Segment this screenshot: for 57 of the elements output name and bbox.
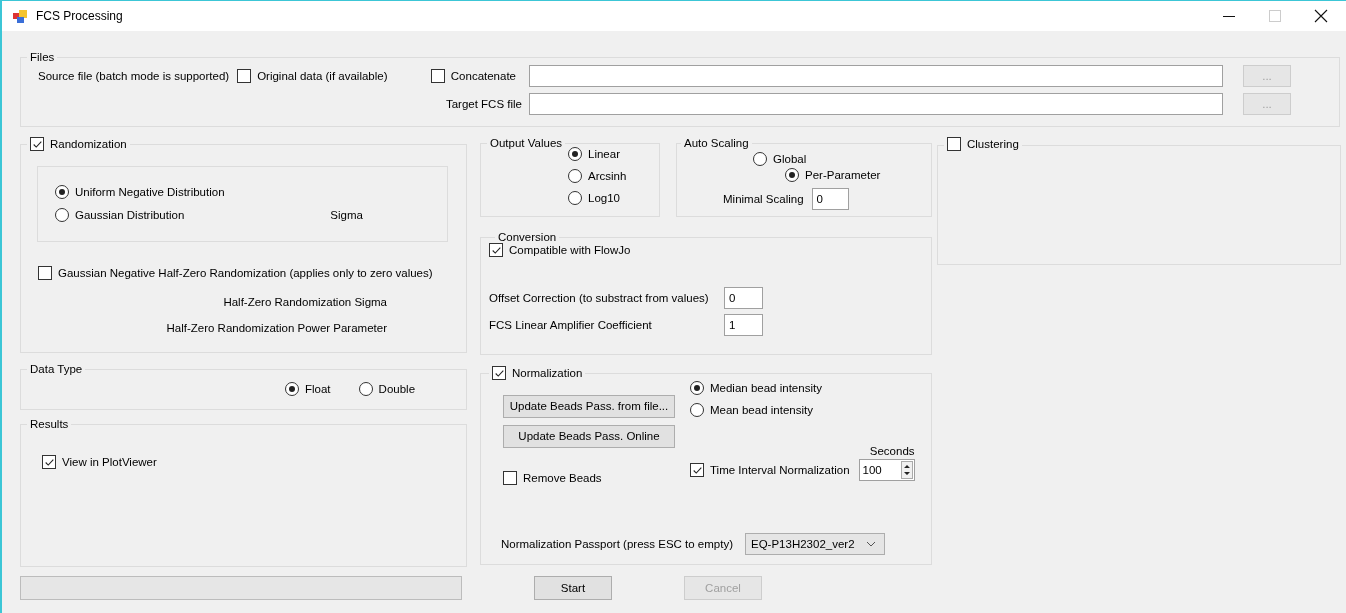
minimal-scaling-field[interactable]: 0: [811, 188, 849, 210]
intensity-radio[interactable]: Mean bead intensity: [690, 402, 813, 417]
update-beads-button[interactable]: Update Beads Pass. from file...: [503, 394, 675, 418]
field-label: Offset Correction (to substract from values): [489, 291, 709, 304]
check-icon: [493, 367, 505, 379]
clustering-checkbox[interactable]: Clustering: [947, 137, 1019, 151]
check-icon: [490, 244, 502, 256]
check-icon: [691, 464, 703, 476]
remove-beads-checkbox[interactable]: Remove Beads: [503, 470, 602, 485]
seconds-spinner[interactable]: 100: [858, 458, 915, 481]
field-label: Normalization Passport (press ESC to empty): [501, 537, 733, 550]
window-title: FCS Processing: [36, 9, 123, 23]
field-label: FCS Linear Amplifier Coefficient: [489, 318, 652, 331]
randomization-checkbox[interactable]: Randomization: [30, 137, 127, 151]
group-title: Data Type: [29, 363, 84, 375]
group-title: Results: [29, 418, 70, 430]
distribution-radio[interactable]: Uniform Negative Distribution: [55, 185, 225, 199]
field-label: Source file (batch mode is supported): [38, 70, 230, 82]
group-title: Output Values: [489, 137, 564, 149]
field-label: Target FCS file: [445, 98, 522, 110]
output-value-radio[interactable]: Arcsinh: [568, 169, 627, 183]
time-interval-checkbox[interactable]: Time Interval Normalization: [690, 463, 850, 477]
data-type-radio[interactable]: Double: [358, 382, 416, 396]
chevron-down-icon: [866, 540, 876, 547]
passport-dropdown[interactable]: EQ-P13H2302_ver2: [745, 532, 885, 555]
data-type-radio[interactable]: Float: [285, 382, 331, 396]
normalization-checkbox[interactable]: Normalization: [492, 366, 583, 380]
source-file-field[interactable]: [529, 65, 1223, 87]
action-button[interactable]: Start: [534, 576, 612, 600]
group-title: Auto Scaling: [683, 137, 750, 149]
intensity-radio[interactable]: Median bead intensity: [690, 380, 822, 395]
close-icon[interactable]: [1314, 9, 1328, 23]
concatenate-checkbox[interactable]: Concatenate: [430, 69, 516, 83]
field-label: Half-Zero Randomization Power Parameter: [166, 321, 387, 334]
output-value-radio[interactable]: Log10: [568, 191, 620, 205]
field-label: Seconds: [869, 444, 915, 457]
original-data-checkbox[interactable]: Original data (if available): [237, 69, 388, 83]
offset-field[interactable]: 0: [724, 286, 763, 309]
amplifier-field[interactable]: 1: [724, 313, 763, 336]
group-title: Files: [29, 51, 56, 63]
sigma-label: Sigma: [330, 209, 363, 221]
flowjo-checkbox[interactable]: Compatible with FlowJo: [489, 243, 631, 257]
half-zero-checkbox[interactable]: Gaussian Negative Half-Zero Randomization (applies only to zero values): [38, 265, 433, 280]
target-file-field[interactable]: [529, 93, 1223, 115]
spinner-arrows-icon[interactable]: [900, 460, 913, 479]
scaling-radio[interactable]: Per-Parameter: [785, 168, 881, 182]
distribution-radio[interactable]: Gaussian Distribution: [55, 208, 185, 222]
check-icon: [43, 456, 55, 468]
group-title: Conversion: [497, 231, 558, 243]
field-label: Half-Zero Randomization Sigma: [223, 295, 387, 308]
check-icon: [31, 138, 43, 150]
field-label: Minimal Scaling: [723, 193, 804, 205]
scaling-radio[interactable]: Global: [753, 152, 807, 166]
plotviewer-checkbox[interactable]: View in PlotViewer: [42, 455, 157, 469]
update-beads-button[interactable]: Update Beads Pass. Online: [503, 424, 675, 448]
output-value-radio[interactable]: Linear: [568, 147, 620, 161]
app-icon: [12, 8, 28, 24]
